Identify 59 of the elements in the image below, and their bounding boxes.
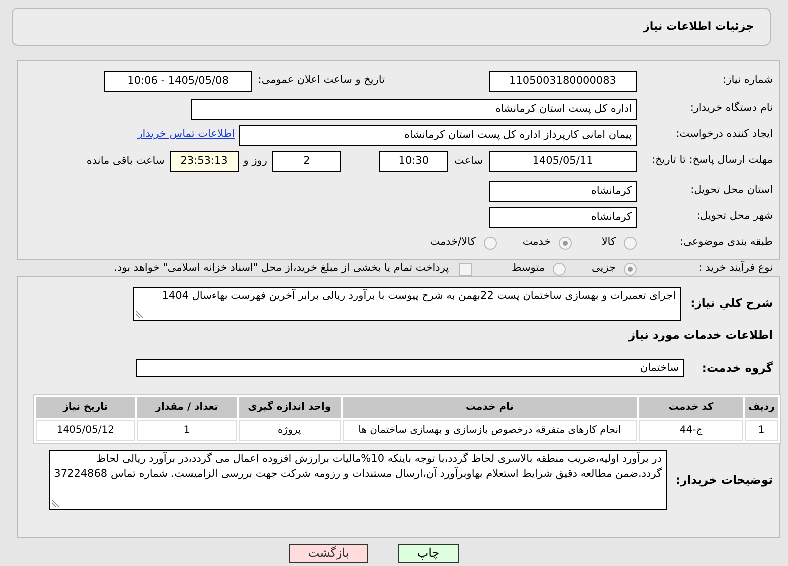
field-label: ساعت باقی مانده xyxy=(86,154,165,169)
checkbox-label: پرداخت تمام یا بخشی از مبلغ خرید،از محل "اسناد خزانه اسلامی" خواهد بود. xyxy=(114,261,450,276)
radio-button[interactable] xyxy=(558,236,572,250)
option-label: کالا/خدمت xyxy=(430,235,476,250)
field-value: کرمانشاه xyxy=(489,180,637,202)
field-label: نوع فرآیند خرید : xyxy=(698,261,774,276)
field-value: 1405/05/08 - 10:06 xyxy=(104,70,252,92)
column-header: کد خدمت xyxy=(639,397,744,418)
field-label: مهلت ارسال پاسخ: تا تاریخ: xyxy=(650,153,774,167)
field-label: نام دستگاه خریدار: xyxy=(689,101,774,116)
field-label: شهر محل تحویل: xyxy=(696,209,774,224)
option-label: جزیی xyxy=(592,261,616,276)
field-value: پیمان امانی کارپرداز اداره کل پست استان کرمانشاه xyxy=(239,124,637,146)
field-label: شماره نیاز: xyxy=(722,73,774,88)
table-cell: 1405/05/12 xyxy=(36,420,136,442)
page-title: جزئیات اطلاعات نیاز xyxy=(644,18,754,35)
field-value: 10:30 xyxy=(379,151,448,172)
field-label: گروه خدمت: xyxy=(701,360,774,377)
field-value: اداره کل پست استان کرمانشاه xyxy=(191,98,637,120)
field-label: ایجاد کننده درخواست: xyxy=(675,127,774,142)
table-cell: 1 xyxy=(745,420,778,442)
radio-button[interactable] xyxy=(624,236,637,250)
option-label: متوسط xyxy=(512,261,546,276)
table-cell: ج-44 xyxy=(639,420,744,442)
table-cell: 1 xyxy=(137,420,237,442)
field-label: تاریخ و ساعت اعلان عمومی: xyxy=(258,73,385,88)
radio-button[interactable] xyxy=(624,262,637,276)
field-value: کرمانشاه xyxy=(489,206,637,228)
option-label: کالا xyxy=(602,235,616,250)
table-cell: انجام کارهای متفرقه درخصوص بازسازی و بهسازی ساختمان ها xyxy=(342,420,638,442)
column-header: نام خدمت xyxy=(342,397,638,418)
contact-link[interactable]: اطلاعات تماس خریدار xyxy=(138,127,235,143)
field-label: روز و xyxy=(244,154,268,169)
field-label: طبقه بندی موضوعی: xyxy=(679,235,774,250)
section-title: اطلاعات خدمات مورد نیاز xyxy=(629,328,773,342)
text-area: در برآورد اولیه،ضریب منطقه بالاسری لحاظ گردد،با توجه باینکه 10%مالیات برارزش افزوده اعمال می گردد،در برآورد ریالی لحاظ گردد.ضمن مطالعه دقیق شرایط استعلام بهاوبرآورد آن،ارسال مستندات و رزومه شرکت جهت بررسی الزامیست. شماره تماس 37224868 xyxy=(49,450,667,510)
field-value: 1405/05/11 xyxy=(489,151,637,172)
radio-button[interactable] xyxy=(484,236,497,250)
back-button[interactable]: بازگشت xyxy=(289,544,368,563)
field-label: توضیحات خریدار: xyxy=(674,472,774,489)
option-label: خدمت xyxy=(522,235,551,250)
text-area: اجرای تعمیرات و بهسازی ساختمان پست 22بهمن به شرح پیوست با برآورد ریالی برابر آخرین فهرست بهاءسال 1404 xyxy=(133,287,681,321)
table-cell: پروژه xyxy=(238,420,341,442)
countdown-field: 23:53:13 xyxy=(170,151,239,172)
column-header: تاریخ نیاز xyxy=(36,397,136,418)
column-header: ردیف xyxy=(745,397,778,418)
print-button[interactable]: چاپ xyxy=(398,544,459,563)
field-label: شرح کلي نياز: xyxy=(690,295,774,312)
column-header: واحد اندازه گیری xyxy=(238,397,341,418)
field-label: ساعت xyxy=(454,154,483,169)
radio-button[interactable] xyxy=(553,262,566,276)
resize-grip-icon[interactable] xyxy=(135,311,143,319)
column-header: تعداد / مقدار xyxy=(137,397,237,418)
field-value: 2 xyxy=(272,151,342,172)
field-value: ساختمان xyxy=(136,359,684,378)
field-value: 1105003180000083 xyxy=(489,70,637,92)
checkbox[interactable] xyxy=(459,262,472,276)
field-label: استان محل تحویل: xyxy=(690,183,774,198)
resize-grip-icon[interactable] xyxy=(51,500,59,508)
